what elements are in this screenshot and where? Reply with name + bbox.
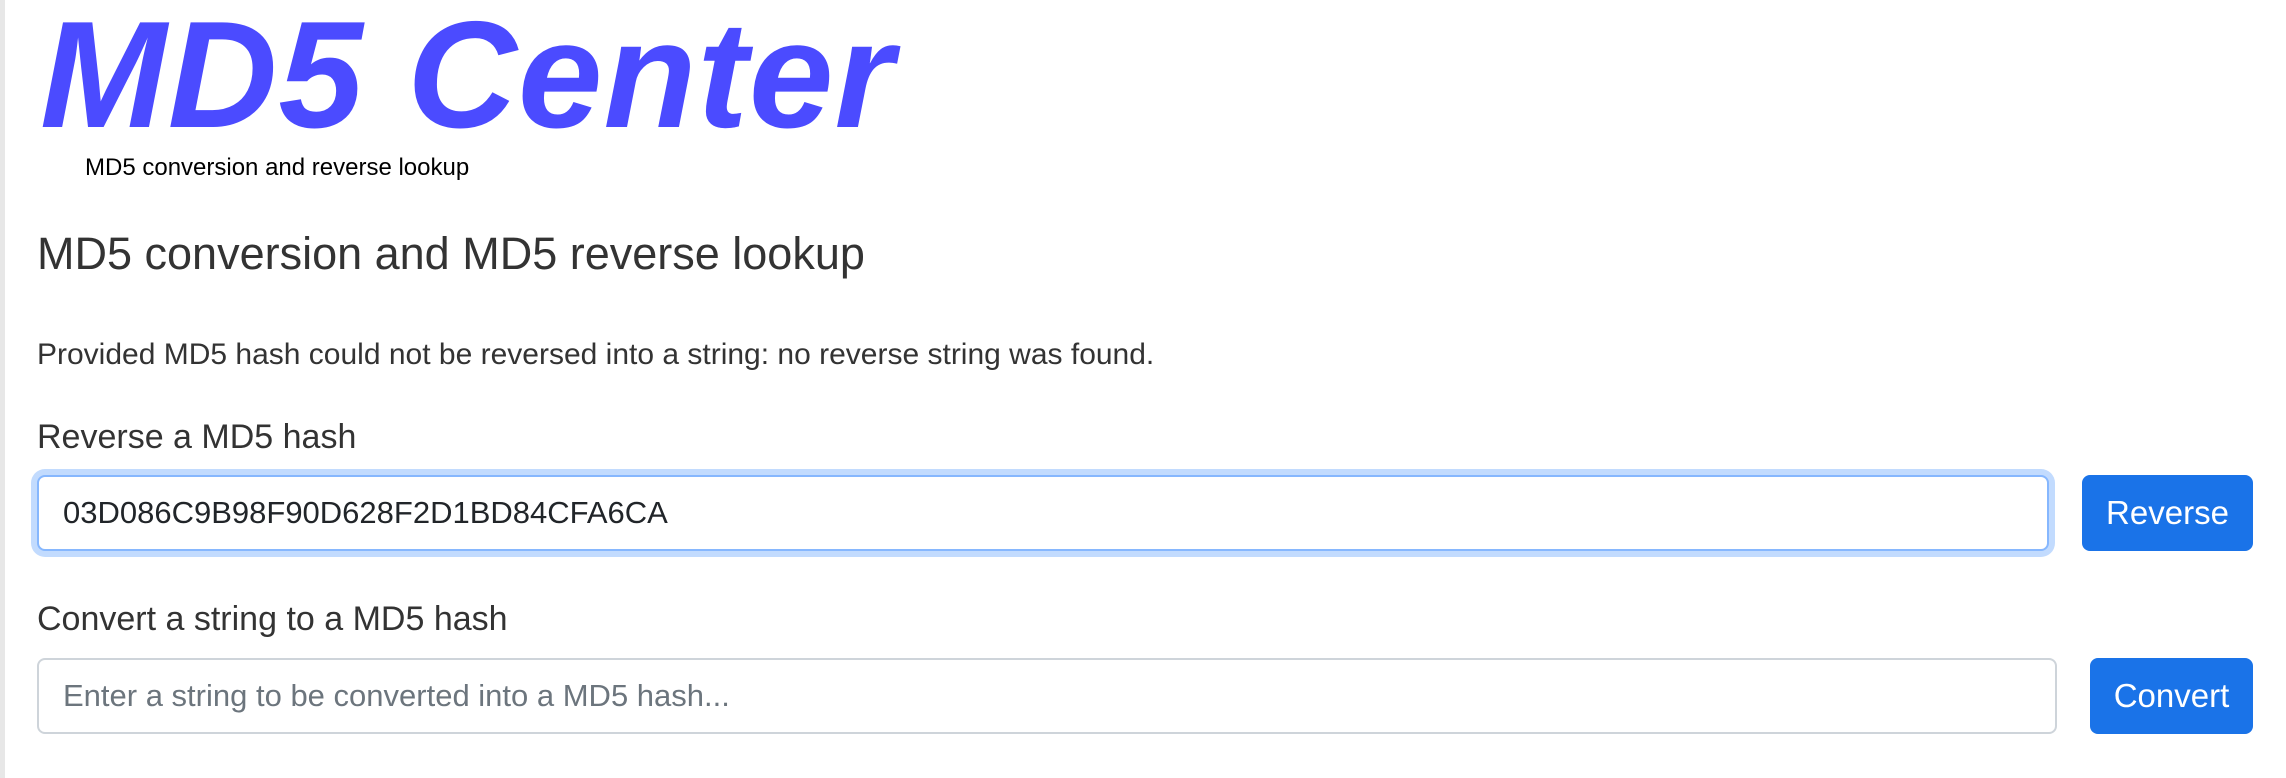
convert-string-input[interactable] — [37, 658, 2057, 734]
convert-button[interactable]: Convert — [2090, 658, 2253, 734]
page-left-border — [0, 0, 5, 778]
reverse-button[interactable]: Reverse — [2082, 475, 2253, 551]
status-message: Provided MD5 hash could not be reversed … — [37, 338, 1155, 371]
reverse-hash-input[interactable] — [37, 475, 2049, 551]
site-logo[interactable]: MD5 Center — [40, 0, 895, 151]
convert-string-label: Convert a string to a MD5 hash — [37, 600, 508, 638]
reverse-hash-label: Reverse a MD5 hash — [37, 418, 357, 456]
page-title: MD5 conversion and MD5 reverse lookup — [37, 228, 865, 279]
site-tagline: MD5 conversion and reverse lookup — [85, 154, 470, 181]
